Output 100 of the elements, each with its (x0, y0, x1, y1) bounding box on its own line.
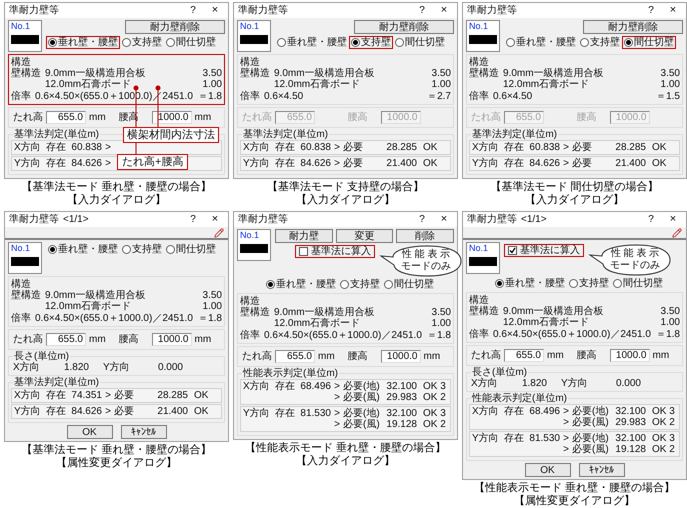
help-button[interactable]: ? (642, 5, 660, 16)
result-label: OK 3 (652, 433, 675, 444)
caption: 【属性変更ダイアログ】 (514, 495, 635, 508)
checkbox[interactable]: 基準法に算入 (295, 245, 375, 258)
group-title: 基準法判定(単位m) (242, 129, 329, 140)
help-button[interactable]: ? (642, 214, 660, 225)
judgment-value: 84.626 (70, 158, 102, 169)
judgment-value: 29.983 (614, 417, 646, 428)
direction-label: Y方向 (472, 433, 500, 446)
wall-type-radio[interactable]: 垂れ壁・腰壁 (46, 36, 120, 49)
wall-type-radio[interactable]: 間仕切壁 (164, 243, 218, 256)
result-label: OK (652, 158, 666, 169)
input-field[interactable]: 655.0 (504, 349, 544, 362)
input-field[interactable]: 1000.0 (152, 333, 192, 346)
help-button[interactable]: ? (413, 214, 431, 225)
dialog-button[interactable]: 耐力壁削除 (354, 20, 454, 34)
field-label: 必要(風) (572, 417, 610, 428)
dialog-button[interactable]: 耐力壁削除 (125, 20, 225, 34)
help-button[interactable]: ? (184, 214, 202, 225)
field-label: 腰高 (118, 334, 140, 345)
judgment-value: 81.530 (299, 408, 331, 421)
field-label: 壁構造 (11, 290, 42, 303)
field-label: 壁構造 (240, 307, 271, 320)
material-name: 12.0mm石膏ボード (274, 79, 360, 90)
dialog-button[interactable]: 削除 (396, 229, 454, 243)
judgment-value: 68.496 (528, 406, 560, 419)
checkbox[interactable]: 基準法に算入 (504, 244, 584, 257)
callout-text: 性 能 表 示 モードのみ (610, 248, 660, 272)
result-label: OK 3 (423, 408, 446, 419)
dialog-button[interactable]: ｷｬﾝｾﾙ (120, 425, 166, 439)
rate-value: 1.8 (437, 330, 451, 341)
unit-label: mm (652, 350, 670, 361)
comparison-sign: > (562, 433, 570, 444)
unit-label: mm (194, 112, 212, 123)
dialog-button[interactable]: ｷｬﾝｾﾙ (578, 463, 624, 477)
rate-value: 2.7 (437, 91, 451, 102)
dialog-button[interactable]: 耐力壁 (274, 229, 333, 243)
input-field[interactable]: 1000.0 (610, 349, 650, 362)
result-label: OK 2 (652, 444, 675, 455)
input-field[interactable]: 655.0 (275, 350, 315, 363)
section-label: 構造 (469, 57, 489, 68)
comparison-sign: > (333, 142, 341, 153)
result-label: OK 3 (652, 406, 675, 417)
close-button[interactable]: × (664, 5, 682, 16)
field-label: 存在 (504, 142, 525, 153)
wall-type-radio[interactable]: 間仕切壁 (393, 36, 447, 49)
wall-type-radio[interactable]: 間仕切壁 (611, 277, 665, 290)
wall-type-radio[interactable]: 間仕切壁 (622, 36, 676, 49)
help-button[interactable]: ? (413, 5, 431, 16)
wall-type-radio[interactable]: 垂れ壁・腰壁 (275, 36, 349, 49)
field-label: 存在 (504, 406, 525, 419)
direction-label: X方向 (472, 406, 500, 419)
rate-value: 1.5 (666, 91, 680, 102)
field-label: たれ高 (13, 334, 43, 345)
judgment-value: 68.496 (299, 381, 331, 394)
wall-type-radio[interactable]: 間仕切壁 (382, 278, 436, 291)
field-label: 存在 (46, 142, 67, 153)
wall-type-radio[interactable]: 支持壁 (349, 36, 393, 49)
wall-type-radio[interactable]: 垂れ壁・腰壁 (264, 278, 338, 291)
close-button[interactable]: × (206, 5, 224, 16)
wall-type-radio[interactable]: 垂れ壁・腰壁 (493, 277, 567, 290)
close-button[interactable]: × (435, 214, 453, 225)
caption: 【入力ダイアログ】 (296, 455, 395, 468)
equals-sign: ＝ (427, 91, 437, 102)
close-button[interactable]: × (435, 5, 453, 16)
input-field[interactable]: 655.0 (46, 333, 86, 346)
window-title: 準耐力壁等 (9, 5, 59, 16)
wall-type-radio[interactable]: 支持壁 (567, 277, 611, 290)
pen-icon[interactable] (672, 228, 682, 238)
dialog-button[interactable]: 耐力壁削除 (583, 20, 683, 34)
wall-type-radio[interactable]: 垂れ壁・腰壁 (46, 243, 120, 256)
field-label: 存在 (46, 406, 67, 417)
wall-type-radio[interactable]: 支持壁 (578, 36, 622, 49)
dialog-button[interactable]: OK (524, 463, 570, 477)
input-field[interactable]: 655.0 (46, 111, 86, 124)
dialog-button[interactable]: OK (66, 425, 112, 439)
wall-type-radio[interactable]: 垂れ壁・腰壁 (504, 36, 578, 49)
judgment-value: 28.285 (614, 142, 646, 153)
field-label: 存在 (275, 158, 296, 169)
direction-label: X方向 (243, 142, 271, 153)
comparison-sign: > (562, 444, 570, 455)
wall-type-radio[interactable]: 支持壁 (338, 278, 382, 291)
dialog-button[interactable]: 変更 (336, 229, 394, 243)
input-field[interactable]: 1000.0 (152, 111, 192, 124)
material-name: 9.0mm一級構造用合板 (45, 290, 146, 301)
direction-label: Y方向 (243, 408, 271, 421)
field-label: 存在 (275, 142, 296, 153)
comparison-sign: > (333, 419, 341, 430)
close-button[interactable]: × (664, 214, 682, 225)
wall-type-radio[interactable]: 支持壁 (120, 243, 164, 256)
input-field[interactable]: 1000.0 (380, 350, 420, 363)
pen-icon[interactable] (214, 228, 224, 238)
help-button[interactable]: ? (184, 5, 202, 16)
equals-sign: ＝ (656, 329, 666, 340)
color-swatch (240, 244, 268, 253)
material-name: 9.0mm一級構造用合板 (503, 306, 604, 317)
close-button[interactable]: × (206, 214, 224, 225)
wall-type-radio[interactable]: 間仕切壁 (164, 36, 218, 49)
wall-type-radio[interactable]: 支持壁 (120, 36, 164, 49)
field-label: 壁構造 (11, 68, 42, 81)
